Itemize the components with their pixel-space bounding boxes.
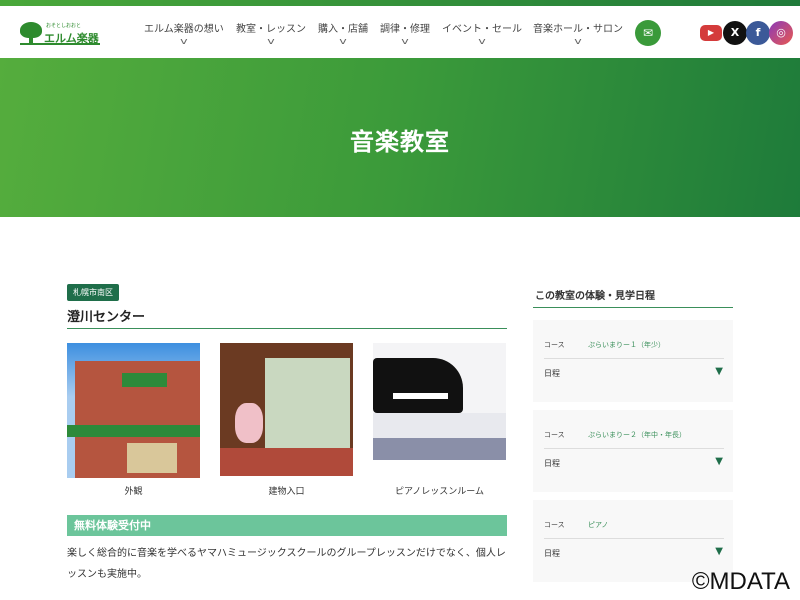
chevron-down-icon: v [574,37,582,47]
schedule-label[interactable]: 日程 [544,548,560,559]
page-title: 音楽教室 [350,128,450,156]
watermark: ©MDATA [691,568,790,595]
triangle-down-icon[interactable]: ▼ [715,366,723,377]
logo-underline [20,43,100,45]
floor-shape [373,438,506,460]
nav-label: 音楽ホール・サロン [533,24,623,35]
instagram-icon[interactable]: ◎ [769,21,793,45]
mascot-shape [235,403,263,443]
keys-shape [393,393,448,399]
course-label: コース [544,521,565,529]
logo-sub: おそとしおおと [46,23,82,29]
free-trial-banner: 無料体験受付中 [67,515,507,536]
schedule-label[interactable]: 日程 [544,458,560,469]
divider [544,448,724,449]
sign-shape [122,373,167,387]
sign-shape [67,425,200,437]
triangle-down-icon[interactable]: ▼ [715,546,723,557]
door-shape [265,358,350,453]
course-name: ぷらいまりー２（年中・年長） [588,431,686,439]
hero-banner: 音楽教室 [0,58,800,217]
nav-tuning[interactable]: 調律・修理 v [380,20,430,47]
course-name: ぷらいまりー１（年少） [588,341,665,349]
youtube-icon[interactable]: ▶ [700,25,722,41]
floor-shape [220,448,353,476]
nav-events[interactable]: イベント・セール v [442,20,522,47]
area-badge: 札幌市南区 [67,284,119,301]
nav-label: エルム楽器の想い [144,24,224,35]
divider [533,307,733,308]
center-name: 澄川センター [67,310,146,325]
schedule-label[interactable]: 日程 [544,368,560,379]
chevron-down-icon: v [339,37,347,47]
logo[interactable]: おそとしおおと エルム楽器 [20,22,100,46]
divider [544,538,724,539]
chevron-down-icon: v [267,37,275,47]
course-label: コース [544,341,565,349]
sidebar-heading: この教室の体験・見学日程 [535,291,655,302]
x-icon[interactable]: X [723,21,747,45]
course-name: ピアノ [588,521,609,529]
nav-shop[interactable]: 購入・店舗 v [318,20,368,47]
window-shape [127,443,177,473]
nav-hall[interactable]: 音楽ホール・サロン v [533,20,623,47]
photo-caption: 外観 [124,487,143,497]
mail-icon[interactable]: ✉ [635,20,661,46]
photo-entrance [220,343,353,476]
divider [67,328,507,329]
photo-exterior [67,343,200,478]
facebook-icon[interactable]: f [746,21,770,45]
nav-label: 調律・修理 [380,24,430,35]
nav-label: 購入・店舗 [318,24,368,35]
course-card: コース ぷらいまりー１（年少） 日程 ▼ [533,320,733,402]
description: 楽しく総合的に音楽を学べるヤマハミュージックスクールのグループレッスンだけでなく… [67,548,506,580]
piano-shape [373,358,463,413]
course-label: コース [544,431,565,439]
photo-piano-room [373,343,506,460]
nav-lessons[interactable]: 教室・レッスン v [236,20,306,47]
triangle-down-icon[interactable]: ▼ [715,456,723,467]
photo-caption: ピアノレッスンルーム [395,487,484,497]
site-header: おそとしおおと エルム楽器 エルム楽器の想い v 教室・レッスン v 購入・店舗 v … [0,6,800,58]
nav-philosophy[interactable]: エルム楽器の想い v [144,20,224,47]
divider [544,358,724,359]
photo-caption: 建物入口 [268,487,305,497]
nav-label: イベント・セール [442,24,522,35]
course-card: コース ぷらいまりー２（年中・年長） 日程 ▼ [533,410,733,492]
nav-label: 教室・レッスン [236,24,306,35]
